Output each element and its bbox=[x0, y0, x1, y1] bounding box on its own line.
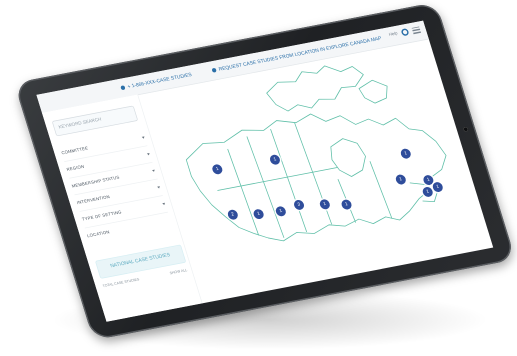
camera-icon bbox=[462, 126, 469, 133]
chevron-down-icon bbox=[157, 186, 161, 189]
filter-label: COMMITTEE bbox=[61, 146, 89, 156]
show-all-link[interactable]: SHOW ALL bbox=[169, 268, 188, 275]
arctic-islands bbox=[266, 65, 364, 112]
chevron-down-icon bbox=[141, 136, 146, 139]
filter-label: REGION bbox=[66, 164, 85, 173]
tablet-device: + 1-866-XXX-CASE STUDIES REQUEST CASE ST… bbox=[14, 2, 516, 341]
chevron-down-icon bbox=[146, 152, 151, 156]
province-border-3 bbox=[270, 128, 308, 233]
hamburger-menu-icon[interactable] bbox=[411, 26, 421, 34]
total-case-studies-label: TOTAL CASE STUDIES bbox=[102, 277, 140, 289]
mainland-outline bbox=[185, 113, 447, 242]
filter-label: INTERVENTION bbox=[76, 195, 111, 206]
tablet-screen: + 1-866-XXX-CASE STUDIES REQUEST CASE ST… bbox=[36, 20, 494, 322]
filter-label: TYPE OF SETTING bbox=[81, 210, 123, 223]
chevron-down-icon bbox=[151, 169, 156, 173]
filter-label: LOCATION bbox=[86, 230, 111, 239]
keyword-search-input[interactable]: KEYWORD SEARCH bbox=[51, 105, 139, 137]
arctic-island-east bbox=[358, 79, 388, 104]
logo-icon[interactable] bbox=[400, 28, 410, 37]
location-pin-icon bbox=[211, 67, 217, 73]
help-link[interactable]: Help bbox=[388, 32, 398, 38]
topbar-tools: Help bbox=[388, 26, 421, 39]
chevron-down-icon bbox=[162, 202, 166, 206]
hudson-bay bbox=[330, 138, 366, 177]
scene: + 1-866-XXX-CASE STUDIES REQUEST CASE ST… bbox=[0, 0, 517, 356]
province-border-1 bbox=[227, 148, 260, 236]
quebec-border bbox=[369, 161, 393, 219]
location-pin-icon bbox=[120, 85, 126, 91]
